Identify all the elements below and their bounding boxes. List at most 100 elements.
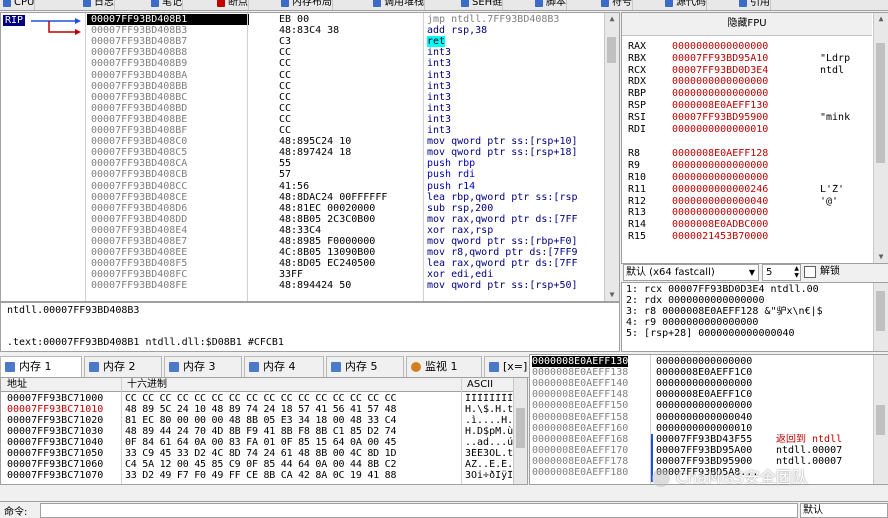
register-row[interactable]: R13 0000000000000000 [628,207,872,218]
disasm-row[interactable]: 00007FF93BD408CB 57 push rdi [87,169,602,180]
disasm-row[interactable]: 00007FF93BD408D6 48:81EC 00020000 sub rsp,… [87,203,602,214]
memory-tab-0[interactable]: 内存 1 [0,356,82,378]
stack-row[interactable]: 0000008E0AEFF138 0000008E0AEFF1C0 [530,367,874,378]
stack-row[interactable]: 0000008E0AEFF158 0000000000000040 [530,412,874,423]
stack-row[interactable]: 0000008E0AEFF148 0000008E0AEFF1C0 [530,389,874,400]
register-row[interactable]: RBP 0000000000000000 [628,88,872,99]
arguments-scrollbar[interactable] [873,283,888,351]
argument-row[interactable]: 3: r8 0000008E0AEFF128 &"驴x\n€|$ [626,306,823,317]
tab-8[interactable]: 符号 [598,0,633,10]
disasm-row[interactable]: 00007FF93BD408FC 33FF xor edi,edi [87,269,602,280]
disassembly-panel[interactable]: RIP 00007FF93BD408B1 EB 00 jmp ntdll.7FF93… [0,12,620,302]
tab-6[interactable]: SEH链 [458,0,504,10]
disasm-row[interactable]: 00007FF93BD408C0 48:895C24 10 mov qword pt… [87,136,602,147]
disasm-row[interactable]: 00007FF93BD408CE 48:8DAC24 00FFFFFF lea rb… [87,192,602,203]
disasm-row[interactable]: 00007FF93BD408CA 55 push rbp [87,158,602,169]
disasm-row[interactable]: 00007FF93BD408C5 48:897424 18 mov qword pt… [87,147,602,158]
registers-panel[interactable]: 隐藏FPU RAX 0000000000000000 RBX 00007FF93BD9… [621,12,888,264]
disasm-row[interactable]: 00007FF93BD408DD 48:8B05 2C3C0B00 mov rax,… [87,214,602,225]
arguments-panel[interactable]: 1: rcx 00007FF93BD0D3E4 ntdll.00 2: rdx 0… [621,282,888,352]
disasm-row[interactable]: 00007FF93BD408BC CC int3 [87,92,602,103]
disasm-row[interactable]: 00007FF93BD408EE 4C:8B05 13090B00 mov r8,q… [87,247,602,258]
argument-row[interactable]: 2: rdx 0000000000000000 [626,295,764,306]
register-row[interactable]: R12 0000000000000040 '@' [628,196,872,207]
dump-row[interactable]: 00007FF93BC71030 48 89 44 24 70 4D 8B F9 … [1,426,513,437]
register-row[interactable]: RDI 0000000000000010 [628,124,872,135]
dump-scrollbar[interactable] [513,378,527,484]
scroll-thumb[interactable] [607,37,616,63]
scroll-thumb[interactable] [876,43,885,163]
memory-tab-1[interactable]: 内存 2 [84,356,162,378]
tab-3[interactable]: 断点 [214,0,249,10]
disasm-row[interactable]: 00007FF93BD408E7 48:8985 F0000000 mov qwor… [87,236,602,247]
disasm-row[interactable]: 00007FF93BD408F5 48:8D05 EC240500 lea rax,… [87,258,602,269]
disasm-row[interactable]: 00007FF93BD408B3 48:83C4 38 add rsp,38 [87,25,602,36]
dump-panel[interactable]: 地址 十六进制 ASCII 00007FF93BC71000 CC CC CC C… [0,377,528,485]
disasm-row[interactable]: 00007FF93BD408B7 C3 ret [87,36,602,48]
tab-7[interactable]: 脚本 [532,0,567,10]
disasm-row[interactable]: 00007FF93BD408CC 41:56 push r14 [87,181,602,192]
disasm-row[interactable]: 00007FF93BD408BF CC int3 [87,125,602,136]
tab-4[interactable]: 内存布局 [278,0,333,10]
argument-row[interactable]: 1: rcx 00007FF93BD0D3E4 ntdll.00 [626,284,819,295]
stack-row[interactable]: 0000008E0AEFF160 0000000000000010 [530,423,874,434]
dump-row[interactable]: 00007FF93BC71040 0F 84 61 64 0A 00 83 FA … [1,437,513,448]
disasm-row[interactable]: 00007FF93BD408BA CC int3 [87,70,602,81]
register-row[interactable]: RAX 0000000000000000 [628,41,872,52]
memory-tab-2[interactable]: 内存 3 [164,356,242,378]
memory-tab-6[interactable]: [x=] 局部 [484,356,530,378]
hide-fpu-button[interactable]: 隐藏FPU [622,13,872,36]
register-row[interactable]: RSP 0000008E0AEFF130 [628,100,872,111]
tab-10[interactable]: 引用 [736,0,771,10]
dump-row[interactable]: 00007FF93BC71000 CC CC CC CC CC CC CC CC … [1,393,513,404]
disasm-row[interactable]: 00007FF93BD408E4 48:33C4 xor rax,rsp [87,225,602,236]
disasm-row[interactable]: 00007FF93BD408B8 CC int3 [87,47,602,58]
disasm-row[interactable]: 00007FF93BD408B1 EB 00 jmp ntdll.7FF93BD40… [87,14,602,25]
register-row[interactable]: R15 0000021453B70000 [628,231,872,242]
stack-row[interactable]: 0000008E0AEFF130 0000000000000000 [530,356,874,367]
tab-9[interactable]: 源代码 [662,0,707,10]
scroll-thumb[interactable] [876,405,885,435]
register-row[interactable]: R10 0000000000000000 [628,172,872,183]
scroll-thumb[interactable] [516,408,525,448]
callconv-select[interactable]: 默认 (x64 fastcall) ▼ [623,264,759,281]
scroll-thumb[interactable] [876,291,885,331]
register-row[interactable]: R9 0000000000000000 [628,160,872,171]
disasm-row[interactable]: 00007FF93BD408BB CC int3 [87,81,602,92]
argument-row[interactable]: 4: r9 0000000000000000 [626,317,758,328]
stack-row[interactable]: 0000008E0AEFF170 00007FF93BD95A00 ntdll.00… [530,445,874,456]
register-row[interactable]: R8 0000008E0AEFF128 [628,148,872,159]
scroll-up-icon[interactable]: ▲ [874,13,888,25]
memory-tab-4[interactable]: 内存 5 [326,356,404,378]
disasm-scrollbar[interactable]: ▲ ▼ [604,13,619,301]
tab-1[interactable]: 日志 [80,0,115,10]
register-row[interactable]: RCX 00007FF93BD0D3E4 ntdl [628,65,872,76]
register-row[interactable]: R14 0000008E0ADBC000 [628,219,872,230]
disasm-row[interactable]: 00007FF93BD408FE 48:894424 50 mov qword pt… [87,280,602,291]
scroll-up-icon[interactable]: ▲ [605,13,619,25]
stack-scrollbar[interactable] [873,355,888,484]
dump-row[interactable]: 00007FF93BC71070 33 D2 49 F7 F0 49 FF CE … [1,470,513,481]
register-row[interactable]: RDX 0000000000000000 [628,76,872,87]
disasm-row[interactable]: 00007FF93BD408B9 CC int3 [87,58,602,69]
memory-tab-5[interactable]: 监视 1 [406,356,482,378]
disasm-row[interactable]: 00007FF93BD408BE CC int3 [87,114,602,125]
scroll-down-icon[interactable]: ▼ [874,251,888,263]
dump-row[interactable]: 00007FF93BC71050 33 C9 45 33 D2 4C 8D 74 … [1,448,513,459]
tab-2[interactable]: 笔记 [148,0,183,10]
tab-0[interactable]: CPU [0,0,36,10]
registers-scrollbar[interactable]: ▲ ▼ [873,13,888,263]
argument-row[interactable]: 5: [rsp+28] 0000000000000040 [626,328,795,339]
stack-row[interactable]: 0000008E0AEFF140 0000000000000000 [530,378,874,389]
dump-row[interactable]: 00007FF93BC71020 81 EC 80 00 00 00 48 8B … [1,415,513,426]
dump-row[interactable]: 00007FF93BC71060 C4 5A 12 00 45 85 C9 0F … [1,459,513,470]
stack-row[interactable]: 0000008E0AEFF150 0000000000000000 [530,400,874,411]
disasm-row[interactable]: 00007FF93BD408BD CC int3 [87,103,602,114]
unlock-checkbox[interactable] [804,266,816,278]
tab-5[interactable]: 调用堆栈 [370,0,425,10]
memory-tab-3[interactable]: 内存 4 [244,356,324,378]
stack-row[interactable]: 0000008E0AEFF168 00007FF93BD43F55 返回到 ntdl… [530,434,874,445]
spinner-arrows-icon[interactable]: ▲ ▼ [794,265,799,279]
scroll-down-icon[interactable]: ▼ [605,289,619,301]
register-row[interactable]: RBX 00007FF93BD95A10 "Ldrp [628,53,872,64]
